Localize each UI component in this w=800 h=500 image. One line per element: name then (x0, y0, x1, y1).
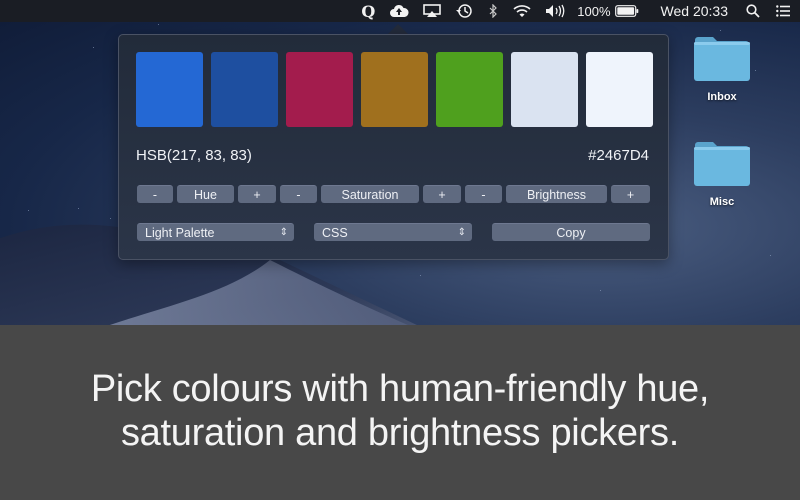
swatch-blue[interactable] (136, 52, 203, 127)
marketing-caption: Pick colours with human-friendly hue, sa… (0, 325, 800, 500)
popover-arrow (388, 24, 408, 34)
color-picker-popover: HSB(217, 83, 83) #2467D4 - Hue + - Satur… (118, 34, 669, 260)
copy-button[interactable]: Copy (492, 223, 650, 241)
battery-icon[interactable] (614, 0, 639, 22)
menu-clock[interactable]: Wed 20:33 (661, 0, 728, 22)
desktop-folder-misc[interactable]: Misc (682, 141, 762, 208)
brightness-increase-button[interactable]: + (611, 185, 650, 203)
search-icon[interactable] (746, 0, 760, 22)
swatch-pale-blue[interactable] (511, 52, 578, 127)
brightness-decrease-button[interactable]: - (465, 185, 502, 203)
hex-readout: #2467D4 (588, 147, 649, 164)
swatch-green[interactable] (436, 52, 503, 127)
saturation-increase-button[interactable]: + (423, 185, 461, 203)
caption-line-1: Pick colours with human-friendly hue, (90, 368, 710, 410)
swatch-near-white[interactable] (586, 52, 653, 127)
folder-icon (694, 142, 750, 186)
bluetooth-icon[interactable] (487, 0, 499, 22)
chevron-updown-icon: ⇕ (457, 227, 466, 238)
caption-line-2: saturation and brightness pickers. (120, 412, 679, 454)
swatch-crimson[interactable] (286, 52, 353, 127)
folder-label: Inbox (707, 91, 737, 103)
swatch-dark-blue[interactable] (211, 52, 278, 127)
hue-increase-button[interactable]: + (238, 185, 276, 203)
airplay-icon[interactable] (423, 0, 442, 22)
palette-select-value: Light Palette (145, 226, 215, 240)
saturation-button[interactable]: Saturation (321, 185, 419, 203)
palette-select[interactable]: Light Palette ⇕ (137, 223, 294, 241)
notification-center-icon[interactable] (776, 0, 790, 22)
hue-button[interactable]: Hue (177, 185, 234, 203)
saturation-decrease-button[interactable]: - (280, 185, 317, 203)
desktop-folder-inbox[interactable]: Inbox (682, 36, 762, 103)
cloud-upload-icon[interactable] (389, 0, 409, 22)
time-machine-icon[interactable] (455, 0, 473, 22)
menu-bar: Q 100% Wed 20:33 (0, 0, 800, 22)
app-q-icon[interactable]: Q (361, 0, 375, 22)
wifi-icon[interactable] (513, 0, 531, 22)
brightness-button[interactable]: Brightness (506, 185, 607, 203)
chevron-updown-icon: ⇕ (279, 227, 288, 238)
hue-decrease-button[interactable]: - (137, 185, 173, 203)
hsb-readout: HSB(217, 83, 83) (136, 147, 252, 164)
swatch-ochre[interactable] (361, 52, 428, 127)
swatch-row (136, 52, 653, 127)
folder-icon (694, 37, 750, 81)
format-select[interactable]: CSS ⇕ (314, 223, 472, 241)
volume-icon[interactable] (545, 0, 565, 22)
battery-percent: 100% (577, 3, 611, 19)
folder-label: Misc (709, 196, 735, 208)
format-select-value: CSS (322, 226, 348, 240)
